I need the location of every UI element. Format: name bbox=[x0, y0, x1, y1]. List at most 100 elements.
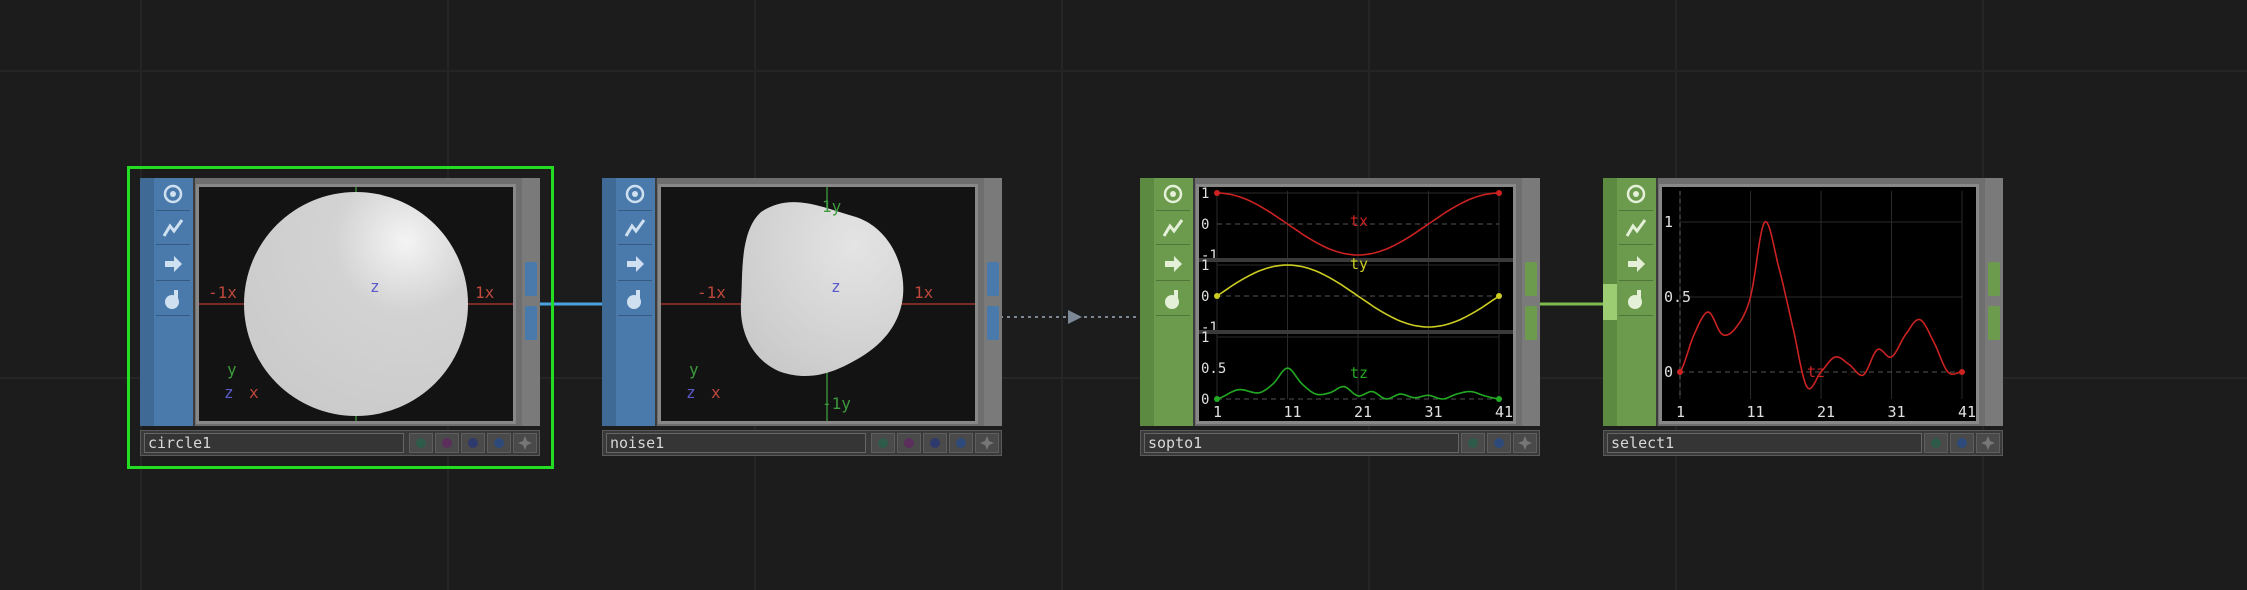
render-flag-icon[interactable] bbox=[1988, 306, 2000, 340]
endpoint-marker bbox=[1214, 396, 1220, 402]
input-connector[interactable] bbox=[1603, 284, 1617, 320]
node-sidebar bbox=[602, 178, 657, 426]
display-flag-icon[interactable] bbox=[1487, 433, 1511, 453]
label-pos-x: 1x bbox=[914, 283, 934, 302]
cook-icon[interactable] bbox=[1619, 212, 1653, 245]
node-namebar: select1 bbox=[1603, 430, 2003, 456]
node-name-field[interactable]: select1 bbox=[1607, 433, 1922, 453]
display-flag-icon[interactable] bbox=[1525, 262, 1537, 296]
label-neg-x: -1x bbox=[697, 283, 726, 302]
label-neg-y: -1y bbox=[822, 394, 851, 413]
node-viewer[interactable]: -1x 1x z 1y -1y y z x bbox=[658, 184, 978, 424]
y-tick-label: 0 bbox=[1201, 392, 1209, 408]
lock-icon[interactable] bbox=[156, 283, 190, 316]
node-sidebar bbox=[1603, 178, 1658, 426]
render-flag-icon[interactable] bbox=[987, 306, 999, 340]
axis-gizmo-z: z bbox=[224, 383, 234, 402]
render-flag-icon[interactable] bbox=[1525, 306, 1537, 340]
channel-label-tz: tz bbox=[1350, 364, 1368, 382]
bypass-flag-icon[interactable] bbox=[1924, 433, 1948, 453]
template-flag-icon[interactable] bbox=[435, 433, 459, 453]
y-tick-label: 1 bbox=[1664, 213, 1673, 231]
x-tick-label: 1 bbox=[1213, 403, 1222, 421]
bypass-flag-icon[interactable] bbox=[1461, 433, 1485, 453]
template-flag-icon[interactable] bbox=[897, 433, 921, 453]
node-sidebar bbox=[140, 178, 195, 426]
node-circle1[interactable]: -1x 1x z y z x circle1 bbox=[140, 178, 540, 456]
node-output-column bbox=[984, 178, 1002, 426]
circle-geometry bbox=[199, 187, 513, 421]
endpoint-marker bbox=[1959, 369, 1965, 375]
bypass-flag-icon[interactable] bbox=[409, 433, 433, 453]
label-neg-x: -1x bbox=[208, 283, 237, 302]
y-tick-label: 0.5 bbox=[1201, 361, 1226, 377]
display-flag-icon[interactable] bbox=[987, 262, 999, 296]
display-flag-icon[interactable] bbox=[949, 433, 973, 453]
chop-viewer[interactable]: 1 11 21 31 41 1 0 -1 tx 1 0 -1 ty 1 0.5 0 tz bbox=[1196, 184, 1516, 424]
x-tick-label: 21 bbox=[1817, 403, 1835, 421]
x-tick-label: 11 bbox=[1284, 403, 1302, 421]
endpoint-marker bbox=[1496, 190, 1502, 196]
axis-gizmo-x: x bbox=[249, 383, 259, 402]
y-tick-label: 0 bbox=[1201, 217, 1209, 233]
endpoint-marker bbox=[1496, 396, 1502, 402]
expose-icon[interactable] bbox=[975, 433, 999, 453]
label-z: z bbox=[370, 277, 380, 296]
viewer-toggle-icon[interactable] bbox=[1156, 178, 1190, 211]
node-select1[interactable]: 1 11 21 31 41 1 0.5 0 tz select1 bbox=[1603, 178, 2003, 456]
node-stripe bbox=[1140, 178, 1154, 426]
expose-icon[interactable] bbox=[513, 433, 537, 453]
cook-icon[interactable] bbox=[156, 212, 190, 245]
export-icon[interactable] bbox=[618, 248, 652, 281]
node-name-field[interactable]: circle1 bbox=[144, 433, 404, 453]
y-tick-label: 0 bbox=[1201, 289, 1209, 305]
node-name-field[interactable]: noise1 bbox=[606, 433, 866, 453]
render-flag-icon[interactable] bbox=[461, 433, 485, 453]
expose-icon[interactable] bbox=[1976, 433, 2000, 453]
viewer-toggle-icon[interactable] bbox=[156, 178, 190, 211]
node-sidebar bbox=[1140, 178, 1195, 426]
node-output-column bbox=[1985, 178, 2003, 426]
export-icon[interactable] bbox=[156, 248, 190, 281]
expose-icon[interactable] bbox=[1513, 433, 1537, 453]
x-tick-label: 31 bbox=[1425, 403, 1443, 421]
render-flag-icon[interactable] bbox=[525, 306, 537, 340]
node-sopto1[interactable]: 1 11 21 31 41 1 0 -1 tx 1 0 -1 ty 1 0.5 0 tz sopto1 bbox=[1140, 178, 1540, 456]
display-flag-icon[interactable] bbox=[525, 262, 537, 296]
axis-gizmo-z: z bbox=[686, 383, 696, 402]
export-icon[interactable] bbox=[1156, 248, 1190, 281]
endpoint-marker bbox=[1214, 190, 1220, 196]
channel-label-tz: tz bbox=[1807, 363, 1825, 381]
node-viewer[interactable]: -1x 1x z y z x bbox=[196, 184, 516, 424]
node-stripe bbox=[602, 178, 616, 426]
endpoint-marker bbox=[1496, 293, 1502, 299]
node-namebar: circle1 bbox=[140, 430, 540, 456]
x-tick-label: 1 bbox=[1676, 403, 1685, 421]
y-tick-label: 0 bbox=[1664, 363, 1673, 381]
display-flag-icon[interactable] bbox=[1988, 262, 2000, 296]
export-icon[interactable] bbox=[1619, 248, 1653, 281]
axis-gizmo-y: y bbox=[227, 360, 237, 379]
axis-gizmo-y: y bbox=[689, 360, 699, 379]
node-noise1[interactable]: -1x 1x z 1y -1y y z x noise1 bbox=[602, 178, 1002, 456]
bypass-flag-icon[interactable] bbox=[871, 433, 895, 453]
noise-geometry bbox=[661, 187, 975, 421]
cook-icon[interactable] bbox=[618, 212, 652, 245]
node-namebar: noise1 bbox=[602, 430, 1002, 456]
wire-arrow bbox=[1068, 310, 1082, 324]
endpoint-marker bbox=[1677, 369, 1683, 375]
display-flag-icon[interactable] bbox=[487, 433, 511, 453]
endpoint-marker bbox=[1214, 293, 1220, 299]
viewer-toggle-icon[interactable] bbox=[618, 178, 652, 211]
display-flag-icon[interactable] bbox=[1950, 433, 1974, 453]
lock-icon[interactable] bbox=[618, 283, 652, 316]
cook-icon[interactable] bbox=[1156, 212, 1190, 245]
viewer-toggle-icon[interactable] bbox=[1619, 178, 1653, 211]
render-flag-icon[interactable] bbox=[923, 433, 947, 453]
lock-icon[interactable] bbox=[1619, 283, 1653, 316]
lock-icon[interactable] bbox=[1156, 283, 1190, 316]
node-name-field[interactable]: sopto1 bbox=[1144, 433, 1459, 453]
sopto1-chart: 1 11 21 31 4110-1tx10-1ty10.50tz bbox=[1199, 187, 1513, 421]
chop-viewer[interactable]: 1 11 21 31 41 1 0.5 0 tz bbox=[1659, 184, 1979, 424]
y-tick-label: 0.5 bbox=[1664, 288, 1691, 306]
